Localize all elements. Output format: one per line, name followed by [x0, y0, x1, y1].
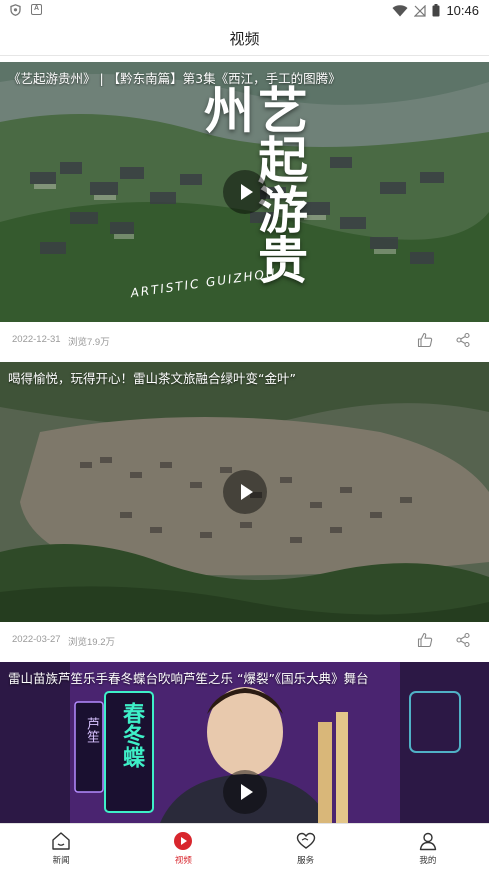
person-icon [419, 832, 437, 851]
video-meta: 2022-12-31 浏览7.9万 [0, 322, 489, 362]
video-views: 浏览19.2万 [68, 637, 115, 648]
signal-off-icon [414, 4, 427, 17]
video-title[interactable]: 喝得愉悦，玩得开心！雷山茶文旅融合绿叶变“金叶” [8, 368, 481, 387]
page-title: 视频 [229, 30, 260, 48]
video-meta: 2022-03-27 浏览19.2万 [0, 622, 489, 662]
thumbs-up-icon[interactable] [417, 332, 433, 348]
home-icon [52, 832, 70, 850]
status-bar: A 10:46 [0, 0, 489, 22]
video-title[interactable]: 雷山苗族芦笙乐手春冬蝶台吹响芦笙之乐 “爆裂”《国乐大典》舞台 [8, 668, 481, 687]
nav-video[interactable]: 视频 [122, 824, 244, 871]
thumbs-up-icon[interactable] [417, 632, 433, 648]
nav-profile[interactable]: 我的 [367, 824, 489, 871]
bottom-nav: 新闻 视频 服务 我的 [0, 823, 489, 871]
play-button[interactable] [223, 470, 267, 514]
shield-icon [10, 4, 21, 16]
app-header: 视频 [0, 22, 489, 56]
battery-icon [432, 4, 440, 17]
video-play-icon [174, 832, 193, 850]
share-icon[interactable] [455, 332, 471, 348]
wifi-icon [392, 4, 408, 16]
video-thumbnail[interactable]: 春冬蝶 芦笙 雷山苗族芦笙乐手春冬蝶台吹响芦笙之乐 “爆裂”《国乐大典》舞台 [0, 662, 489, 823]
video-thumbnail[interactable]: 喝得愉悦，玩得开心！雷山茶文旅融合绿叶变“金叶” [0, 362, 489, 622]
nav-label: 新闻 [52, 856, 70, 866]
heart-icon [296, 832, 315, 849]
poster-text-secondary: 芦笙 [84, 717, 99, 743]
nav-service[interactable]: 服务 [245, 824, 367, 871]
poster-text-primary: 春冬蝶 [119, 702, 144, 768]
nav-label: 服务 [297, 856, 315, 866]
nav-label: 视频 [174, 856, 192, 866]
video-date: 2022-12-31 [12, 334, 61, 345]
nav-news[interactable]: 新闻 [0, 824, 122, 871]
video-views: 浏览7.9万 [68, 337, 110, 348]
video-date: 2022-03-27 [12, 634, 61, 645]
play-button[interactable] [223, 170, 267, 214]
video-title[interactable]: 《艺起游贵州》 | 【黔东南篇】第3集《西江，手工的图腾》 [8, 68, 481, 87]
video-thumbnail[interactable]: 艺起游贵州 ARTISTIC GUIZHOU 《艺起游贵州》 | 【黔东南篇】第… [0, 62, 489, 322]
play-button[interactable] [223, 770, 267, 814]
nav-label: 我的 [419, 856, 437, 866]
status-time: 10:46 [446, 3, 479, 18]
a-icon: A [31, 4, 42, 15]
share-icon[interactable] [455, 632, 471, 648]
